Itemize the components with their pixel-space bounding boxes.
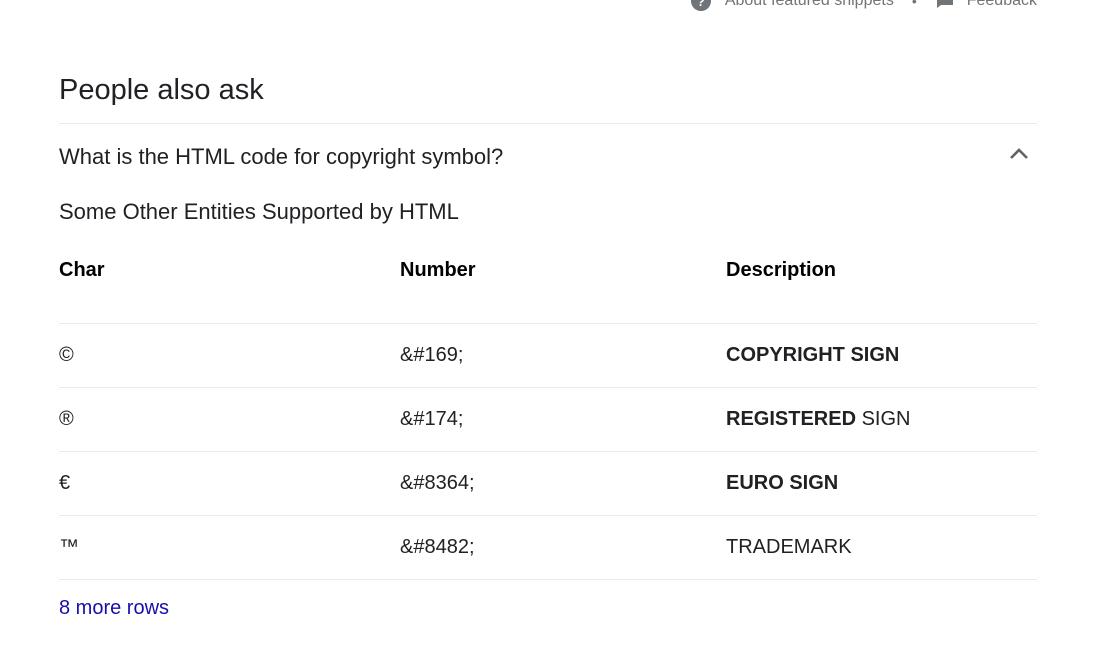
feedback-link[interactable]: Feedback [967, 0, 1037, 10]
table-row: € &#8364; EURO SIGN [59, 451, 1037, 516]
question-text[interactable]: What is the HTML code for copyright symb… [59, 144, 503, 170]
table-row: © &#169; COPYRIGHT SIGN [59, 323, 1037, 388]
table-row: ™ &#8482; TRADEMARK [59, 515, 1037, 580]
column-header-description: Description [726, 251, 1037, 324]
description-bold: EURO SIGN [726, 472, 839, 494]
description-rest: SIGN [856, 408, 911, 430]
table-header-row: Char Number Description [59, 251, 1037, 324]
people-also-ask-section: People also ask What is the HTML code fo… [59, 70, 1037, 620]
cell-char: € [59, 451, 400, 516]
cell-number: &#8364; [400, 451, 726, 516]
description-rest: TRADEMARK [726, 536, 852, 558]
cell-number: &#8482; [400, 515, 726, 580]
cell-char: © [59, 323, 400, 388]
answer-title: Some Other Entities Supported by HTML [59, 199, 459, 224]
more-rows-link[interactable]: 8 more rows [59, 597, 169, 620]
cell-description: TRADEMARK [726, 515, 1037, 580]
search-result-page: ? About featured snippets • Feedback Peo… [0, 0, 1095, 651]
separator-dot: • [911, 0, 917, 9]
cell-number: &#169; [400, 323, 726, 388]
cell-description: EURO SIGN [726, 451, 1037, 516]
cell-char: ™ [59, 515, 400, 580]
chevron-up-icon[interactable] [1007, 142, 1031, 166]
about-featured-snippets-link[interactable]: About featured snippets [725, 0, 894, 10]
info-icon[interactable]: ? [690, 0, 711, 11]
cell-description: COPYRIGHT SIGN [726, 323, 1037, 388]
column-header-char: Char [59, 251, 400, 324]
table-row: ® &#174; REGISTERED SIGN [59, 387, 1037, 452]
people-also-ask-heading: People also ask [59, 70, 1037, 124]
snippet-footer: ? About featured snippets • Feedback [690, 0, 1037, 12]
description-bold: REGISTERED [726, 408, 857, 430]
feedback-icon[interactable] [935, 0, 955, 9]
cell-number: &#174; [400, 387, 726, 452]
description-bold: COPYRIGHT SIGN [726, 344, 900, 366]
cell-char: ® [59, 387, 400, 452]
cell-description: REGISTERED SIGN [726, 387, 1037, 452]
question-accordion[interactable]: What is the HTML code for copyright symb… [59, 124, 1037, 190]
column-header-number: Number [400, 251, 726, 324]
entities-table: Char Number Description © &#169; COPYRIG… [59, 251, 1037, 580]
